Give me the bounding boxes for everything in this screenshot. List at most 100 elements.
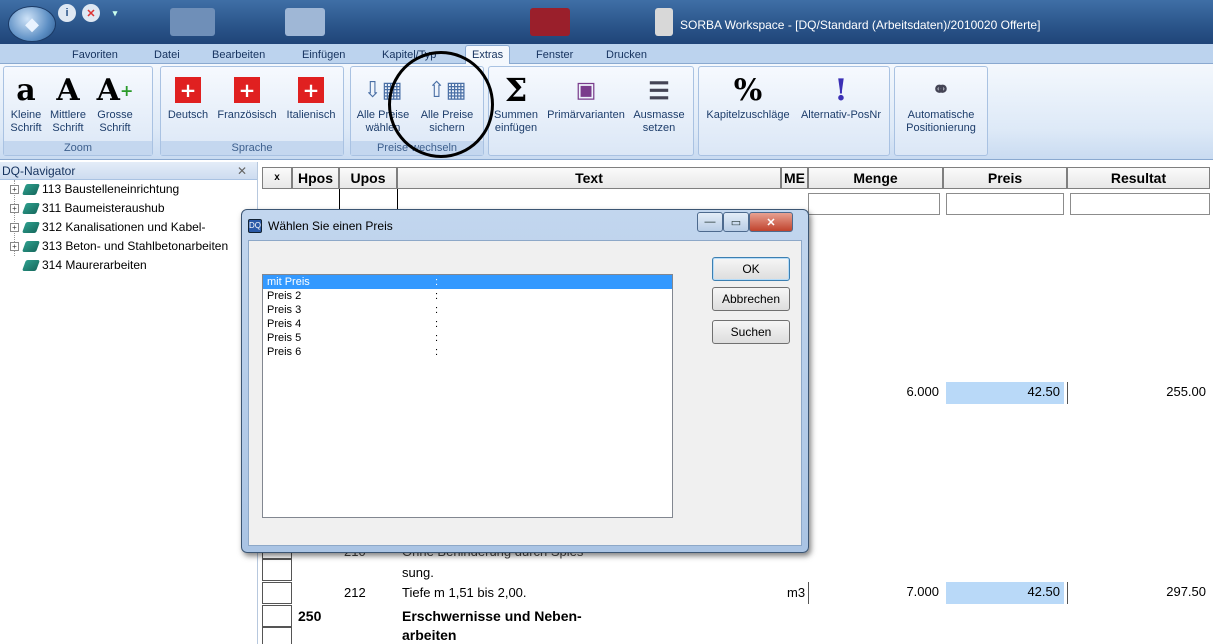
navigator-title: DQ-Navigator [2,164,76,178]
cell-upos: 212 [344,585,366,600]
filter-input[interactable] [1070,193,1210,215]
primary-variants-button[interactable]: ▣ Primärvarianten [543,71,629,122]
group-sprache: + Deutsch + Französisch + Italienisch Sp… [160,66,344,156]
tab-extras[interactable]: Extras [465,45,511,65]
tab-einfuegen[interactable]: Einfügen [296,46,351,64]
row-selector[interactable] [262,605,292,627]
close-icon[interactable]: ✕ [237,162,247,180]
set-measures-button[interactable]: ☰ Ausmasse setzen [631,71,687,135]
tree-item-313[interactable]: +313 Beton- und Stahlbetonarbeiten [0,237,257,256]
cell-preis[interactable]: 42.50 [946,382,1064,404]
ok-button[interactable]: OK [712,257,790,281]
cell-text: Tiefe m 1,51 bis 2,00. [402,585,527,600]
col-header-text[interactable]: Text [397,167,781,189]
select-all-prices-button[interactable]: ⇩▦ Alle Preise wählen [353,71,413,135]
col-header-hpos[interactable]: Hpos [292,167,339,189]
tab-kapitel-typ[interactable]: Kapitel/Typ [376,46,442,64]
medium-font-label: Mittlere Schrift [49,109,87,134]
col-header-upos[interactable]: Upos [339,167,397,189]
expand-icon[interactable]: + [10,223,19,232]
tree-item-314[interactable]: 314 Maurerarbeiten [0,256,257,275]
tree-item-311[interactable]: +311 Baumeisteraushub [0,199,257,218]
expand-icon[interactable]: + [10,204,19,213]
auto-positioning-button[interactable]: ⚭ Automatische Positionierung [897,71,985,135]
cell-menge[interactable]: 6.000 [808,382,943,404]
group-posnr: % Kapitelzuschläge ! Alternativ-PosNr [698,66,890,156]
title-bar: ◆ i ✕ ▾ SORBA Workspace - [DQ/Standard (… [0,0,1213,44]
maximize-button[interactable]: ▭ [723,212,749,232]
info-icon[interactable]: i [58,4,76,22]
medium-font-button[interactable]: A Mittlere Schrift [46,71,90,135]
filter-input[interactable] [946,193,1064,215]
col-header-select[interactable]: x [262,167,292,189]
dialog-title-bar: DQ Wählen Sie einen Preis [248,214,393,238]
list-item-colon: : [435,276,439,288]
quick-access-toolbar: i ✕ ▾ [58,4,124,22]
tab-drucken[interactable]: Drucken [600,46,653,64]
small-font-icon: a [16,72,36,108]
list-item-label: mit Preis [267,276,310,288]
col-header-preis[interactable]: Preis [943,167,1067,189]
list-item-colon: : [435,290,439,302]
cell-text: arbeiten [402,627,457,643]
list-item[interactable]: Preis 3: [263,303,672,317]
list-item[interactable]: Preis 6: [263,345,672,359]
small-font-button[interactable]: a Kleine Schrift [6,71,46,135]
group-zoom-label: Zoom [4,141,152,155]
expand-icon[interactable]: + [10,185,19,194]
navigator-header: DQ-Navigator ✕ [0,162,257,180]
large-font-button[interactable]: A + Grosse Schrift [92,71,138,135]
filter-input[interactable] [808,193,940,215]
tab-datei[interactable]: Datei [148,46,186,64]
group-preise: ⇩▦ Alle Preise wählen ⇧▦ Alle Preise sic… [350,66,484,156]
col-header-menge[interactable]: Menge [808,167,943,189]
tree-item-312[interactable]: +312 Kanalisationen und Kabel- [0,218,257,237]
minimize-button[interactable]: — [697,212,723,232]
cell-resultat: 255.00 [1067,382,1210,404]
large-font-label: Grosse Schrift [97,109,133,134]
tree-item-label: 311 Baumeisteraushub [42,201,165,215]
tree-item-label: 113 Baustelleneinrichtung [42,182,180,196]
save-all-prices-button[interactable]: ⇧▦ Alle Preise sichern [415,71,479,135]
price-list[interactable]: mit Preis: Preis 2: Preis 3: Preis 4: Pr… [262,274,673,518]
french-button[interactable]: + Französisch [215,71,279,122]
close-doc-icon[interactable]: ✕ [82,4,100,22]
price-select-dialog: DQ Wählen Sie einen Preis — ▭ ✕ mit Prei… [241,209,809,553]
app-menu-orb[interactable]: ◆ [8,6,56,42]
group-tools: Σ Summen einfügen ▣ Primärvarianten ☰ Au… [488,66,694,156]
chapter-surcharges-button[interactable]: % Kapitelzuschläge [701,71,795,122]
medium-font-icon: A [56,72,80,108]
list-item-colon: : [435,318,439,330]
row-selector[interactable] [262,582,292,604]
chapter-icon [21,203,41,214]
row-selector[interactable] [262,627,292,644]
list-item[interactable]: Preis 2: [263,289,672,303]
cancel-button[interactable]: Abbrechen [712,287,790,311]
tab-favoriten[interactable]: Favoriten [66,46,124,64]
search-button[interactable]: Suchen [712,320,790,344]
tab-bearbeiten[interactable]: Bearbeiten [206,46,271,64]
insert-sums-button[interactable]: Σ Summen einfügen [491,71,541,135]
tab-fenster[interactable]: Fenster [530,46,579,64]
close-button[interactable]: ✕ [749,212,793,232]
cell-preis[interactable]: 42.50 [946,582,1064,604]
french-label: Französisch [217,109,277,121]
cell-menge[interactable]: 7.000 [808,582,943,604]
expand-icon[interactable]: + [10,242,19,251]
cell-text: sung. [402,565,434,580]
list-item[interactable]: mit Preis: [263,275,672,289]
tree-item-113[interactable]: +113 Baustelleneinrichtung [0,180,257,199]
col-header-resultat[interactable]: Resultat [1067,167,1210,189]
qat-dropdown-icon[interactable]: ▾ [106,4,124,22]
list-item[interactable]: Preis 5: [263,331,672,345]
col-header-me[interactable]: ME [781,167,808,189]
list-item-label: Preis 6 [267,346,302,358]
group-auto: ⚭ Automatische Positionierung [894,66,988,156]
cell-text: Erschwernisse und Neben- [402,608,582,624]
swiss-flag-it-icon: + [298,71,324,109]
german-button[interactable]: + Deutsch [163,71,213,122]
alternative-posnr-button[interactable]: ! Alternativ-PosNr [795,71,887,122]
list-item[interactable]: Preis 4: [263,317,672,331]
italian-button[interactable]: + Italienisch [281,71,341,122]
row-selector[interactable] [262,559,292,581]
